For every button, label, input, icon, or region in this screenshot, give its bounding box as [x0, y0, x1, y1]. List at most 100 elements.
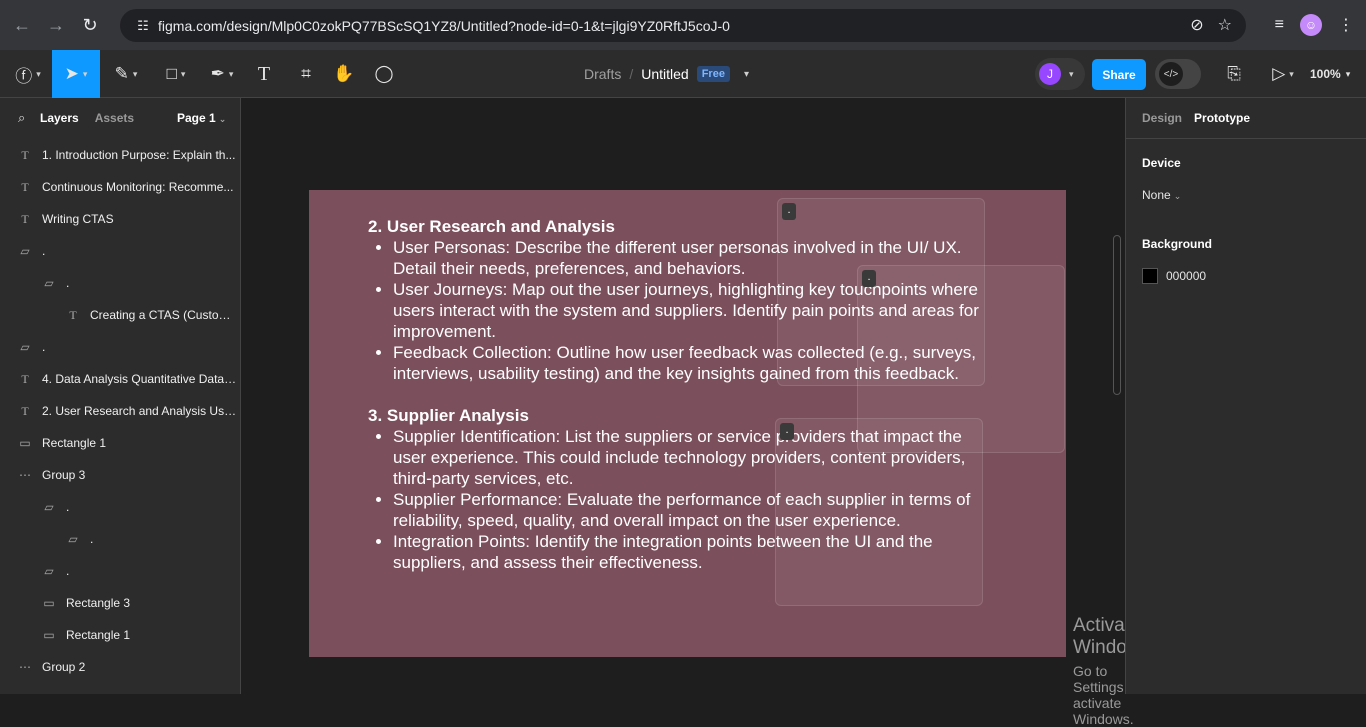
tab-assets[interactable]: Assets [95, 111, 134, 125]
layer-row[interactable]: ▭ Rectangle 3 [0, 587, 240, 619]
layer-row[interactable]: T Creating a CTAS (Custom... [0, 299, 240, 331]
layers-panel: ⌕ Layers Assets Page 1 ⌄ T 1. Introduction… [0, 98, 241, 694]
group-icon: ⋯ [19, 468, 31, 482]
url-text[interactable]: figma.com/design/Mlp0C0zokPQ77BScSQ1YZ8/… [158, 18, 730, 34]
reload-icon[interactable]: ↻ [78, 13, 102, 37]
tab-layers[interactable]: Layers [40, 111, 79, 125]
chevron-down-icon: ⌄ [1173, 191, 1182, 201]
search-icon[interactable]: ⌕ [18, 110, 32, 126]
device-value[interactable]: None [1142, 188, 1171, 202]
layer-row[interactable]: T Writing CTAS [0, 203, 240, 235]
layer-row[interactable]: ▱. [0, 555, 240, 587]
overlay-frame[interactable]: . [775, 418, 983, 606]
chevron-down-icon: ▾ [132, 68, 138, 79]
multiplayer-avatars[interactable]: J ▾ [1035, 58, 1085, 90]
device-select[interactable]: None ⌄ [1142, 188, 1181, 202]
layer-row[interactable]: ▱. [0, 523, 240, 555]
layer-name: Group 3 [42, 468, 86, 482]
layer-row[interactable]: T 2. User Research and Analysis Use... [0, 395, 240, 427]
resources-tool-button[interactable]: ⌗ [292, 50, 320, 98]
layer-row[interactable]: ▱. [0, 491, 240, 523]
layer-name: Continuous Monitoring: Recomme... [42, 180, 234, 194]
main-menu-button[interactable]: ⓕ ▾ [8, 50, 48, 98]
frame-icon: ▱ [44, 564, 54, 578]
page-label[interactable]: Page 1 [177, 111, 216, 125]
dev-mode-toggle[interactable]: </> [1155, 59, 1201, 89]
layer-row[interactable]: ⋯ Group 2 [0, 651, 240, 683]
background-color-swatch[interactable] [1142, 268, 1158, 284]
browser-menu-icon[interactable]: ⋮ [1338, 15, 1354, 35]
comment-tool-button[interactable]: ◯ [370, 50, 398, 98]
layer-row[interactable]: ▭ Rectangle 1 [0, 427, 240, 459]
frame-icon: ▱ [44, 500, 54, 514]
profile-avatar[interactable]: ☺ [1300, 14, 1322, 36]
page-selector[interactable]: Page 1 ⌄ [177, 111, 226, 125]
layer-row[interactable]: ⋯ Group 3 [0, 459, 240, 491]
layer-name: Group 2 [42, 660, 86, 674]
bookmark-star-icon[interactable]: ☆ [1218, 15, 1232, 35]
chevron-down-icon[interactable]: ▾ [744, 69, 749, 80]
zoom-menu[interactable]: 100% ▾ [1310, 50, 1350, 98]
layer-name: Writing CTAS [42, 212, 114, 226]
media-control-icon[interactable]: ≡ [1275, 16, 1284, 34]
library-button[interactable]: ⎘ [1222, 50, 1246, 98]
text-layer-icon: T [21, 179, 29, 194]
layer-name: . [90, 532, 94, 546]
pen-tool-button[interactable]: ✒ ▾ [200, 50, 244, 98]
text-tool-button[interactable]: T [250, 50, 278, 98]
background-hex-value[interactable]: 000000 [1166, 269, 1206, 283]
background-section-label: Background [1142, 237, 1213, 251]
back-icon[interactable]: ← [10, 13, 34, 37]
components-icon: ⌗ [301, 64, 311, 83]
code-icon: </> [1159, 62, 1183, 86]
site-settings-icon[interactable]: ☷ [128, 18, 158, 34]
file-title[interactable]: Untitled [641, 66, 688, 82]
avatar[interactable]: J [1039, 63, 1061, 85]
pen-icon: ✒ [210, 64, 225, 83]
layer-row[interactable]: ▱. [0, 267, 240, 299]
layer-name: . [66, 276, 70, 290]
slide-frame[interactable]: 2. User Research and Analysis User Perso… [309, 190, 1066, 657]
layer-row[interactable]: ▭ Rectangle 1 [0, 619, 240, 651]
layer-name: Rectangle 1 [42, 436, 107, 450]
frame-icon: ▱ [20, 244, 30, 258]
chevron-down-icon: ▾ [82, 68, 88, 79]
layer-name: 2. User Research and Analysis Use... [42, 404, 237, 418]
hand-tool-button[interactable]: ✋ [330, 50, 358, 98]
layer-row[interactable]: ▱. [0, 331, 240, 363]
rectangle-icon: □ [166, 64, 177, 83]
chevron-down-icon: ▾ [180, 68, 186, 79]
figma-toolbar: ⓕ ▾ ➤ ▾ ✎ ▾ □ ▾ ✒ ▾ T ⌗ ✋ ◯ Drafts / Untitled… [0, 50, 1366, 98]
address-bar[interactable]: ☷ figma.com/design/Mlp0C0zokPQ77BScSQ1YZ… [120, 9, 1246, 42]
tab-prototype[interactable]: Prototype [1194, 111, 1250, 125]
move-tool-button[interactable]: ➤ ▾ [52, 50, 100, 98]
zoom-level[interactable]: 100% [1310, 67, 1341, 81]
comment-bubble-icon: ◯ [374, 64, 394, 83]
hand-icon: ✋ [333, 64, 355, 83]
text-layer-icon: T [21, 371, 29, 386]
plan-badge[interactable]: Free [696, 66, 730, 82]
chevron-down-icon: ▾ [1289, 68, 1294, 79]
layer-row[interactable]: T Continuous Monitoring: Recomme... [0, 171, 240, 203]
present-button[interactable]: ▷ ▾ [1266, 50, 1300, 98]
chevron-down-icon: ⌄ [218, 114, 227, 124]
browser-toolbar: ← → ↻ ☷ figma.com/design/Mlp0C0zokPQ77BS… [0, 0, 1366, 50]
text-layer-icon: T [21, 403, 29, 418]
chevron-down-icon: ▾ [1069, 68, 1074, 79]
no-clipboard-icon[interactable]: ⊘ [1190, 15, 1203, 35]
forward-icon[interactable]: → [44, 13, 68, 37]
breadcrumb-separator: / [629, 66, 634, 82]
layer-row[interactable]: T 4. Data Analysis Quantitative Data:... [0, 363, 240, 395]
pencil-icon: ✎ [114, 64, 129, 83]
shape-tool-button[interactable]: □ ▾ [154, 50, 198, 98]
canvas[interactable]: 2. User Research and Analysis User Perso… [241, 98, 1350, 727]
canvas-scrollbar[interactable] [1113, 235, 1121, 395]
draw-tool-button[interactable]: ✎ ▾ [104, 50, 148, 98]
tab-design[interactable]: Design [1142, 111, 1182, 125]
share-button[interactable]: Share [1092, 59, 1146, 90]
play-icon: ▷ [1272, 64, 1286, 83]
layer-row[interactable]: T 1. Introduction Purpose: Explain th... [0, 139, 240, 171]
text-layer-icon: T [21, 147, 29, 162]
layer-row[interactable]: ▱. [0, 235, 240, 267]
breadcrumb-drafts[interactable]: Drafts [584, 66, 621, 82]
